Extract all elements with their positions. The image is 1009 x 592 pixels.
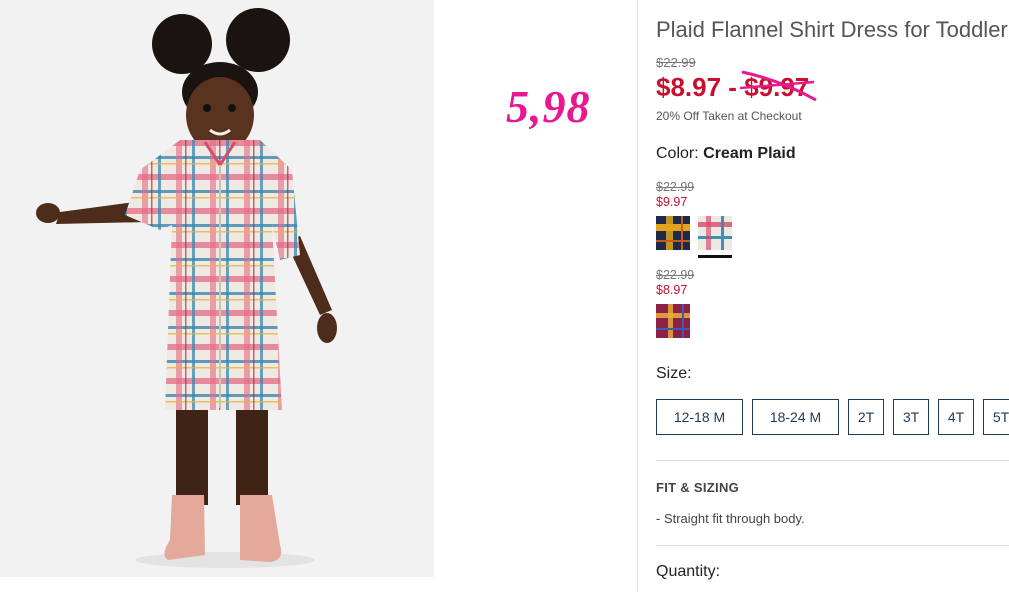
size-options: 12-18 M 18-24 M 2T 3T 4T 5T (656, 399, 1009, 435)
size-label: Size: (656, 365, 692, 382)
swatch-cream-plaid-icon (698, 216, 732, 250)
toddler-in-plaid-dress-photo (0, 0, 434, 577)
swatch-group-was-price: $22.99 (656, 268, 695, 282)
swatch-cream-plaid[interactable] (698, 216, 732, 258)
size-option-5t[interactable]: 5T (983, 399, 1009, 435)
color-label: Color: Cream Plaid (656, 145, 796, 163)
size-option-2t[interactable]: 2T (848, 399, 884, 435)
sale-price-low: $8.97 (656, 72, 722, 102)
column-divider (637, 0, 638, 592)
swatch-group-now-price: $8.97 (656, 283, 688, 297)
section-divider (656, 545, 1009, 546)
swatch-navy-gold-plaid[interactable] (656, 216, 690, 250)
quantity-label: Quantity: (656, 563, 721, 580)
swatch-group-was-price: $22.99 (656, 180, 695, 194)
size-option-18-24m[interactable]: 18-24 M (752, 399, 839, 435)
section-divider (656, 460, 1009, 461)
product-details-panel: Plaid Flannel Shirt Dress for Toddler Gi… (656, 0, 1009, 592)
sale-price-high-wrapper: $9.97 (740, 70, 817, 103)
swatch-navy-gold-plaid-icon (656, 216, 690, 250)
handwritten-price-annotation: 5,98 (506, 81, 591, 132)
product-image[interactable] (0, 0, 434, 577)
price-separator: - (721, 72, 745, 102)
original-price: $22.99 (656, 55, 696, 70)
fit-sizing-heading[interactable]: FIT & SIZING (656, 480, 739, 495)
size-option-3t[interactable]: 3T (893, 399, 929, 435)
swatch-group-now-price: $9.97 (656, 195, 688, 209)
swatch-berry-plaid-icon (656, 304, 690, 338)
swatch-row (656, 304, 694, 338)
size-option-12-18m[interactable]: 12-18 M (656, 399, 743, 435)
fit-sizing-item: - Straight fit through body. (656, 511, 805, 526)
sale-price-high: $9.97 (744, 72, 810, 102)
swatch-row (656, 216, 732, 258)
swatch-berry-plaid[interactable] (656, 304, 690, 338)
size-option-4t[interactable]: 4T (938, 399, 974, 435)
swatch-group-1: $22.99 $9.97 (656, 180, 732, 258)
sale-price-range: $8.97 - $9.97 (656, 70, 817, 103)
swatch-group-2: $22.99 $8.97 (656, 268, 694, 338)
color-label-text: Color: (656, 145, 699, 162)
selected-color-name: Cream Plaid (703, 145, 796, 162)
product-title: Plaid Flannel Shirt Dress for Toddler Gi… (656, 17, 1009, 42)
promo-note: 20% Off Taken at Checkout (656, 109, 802, 123)
